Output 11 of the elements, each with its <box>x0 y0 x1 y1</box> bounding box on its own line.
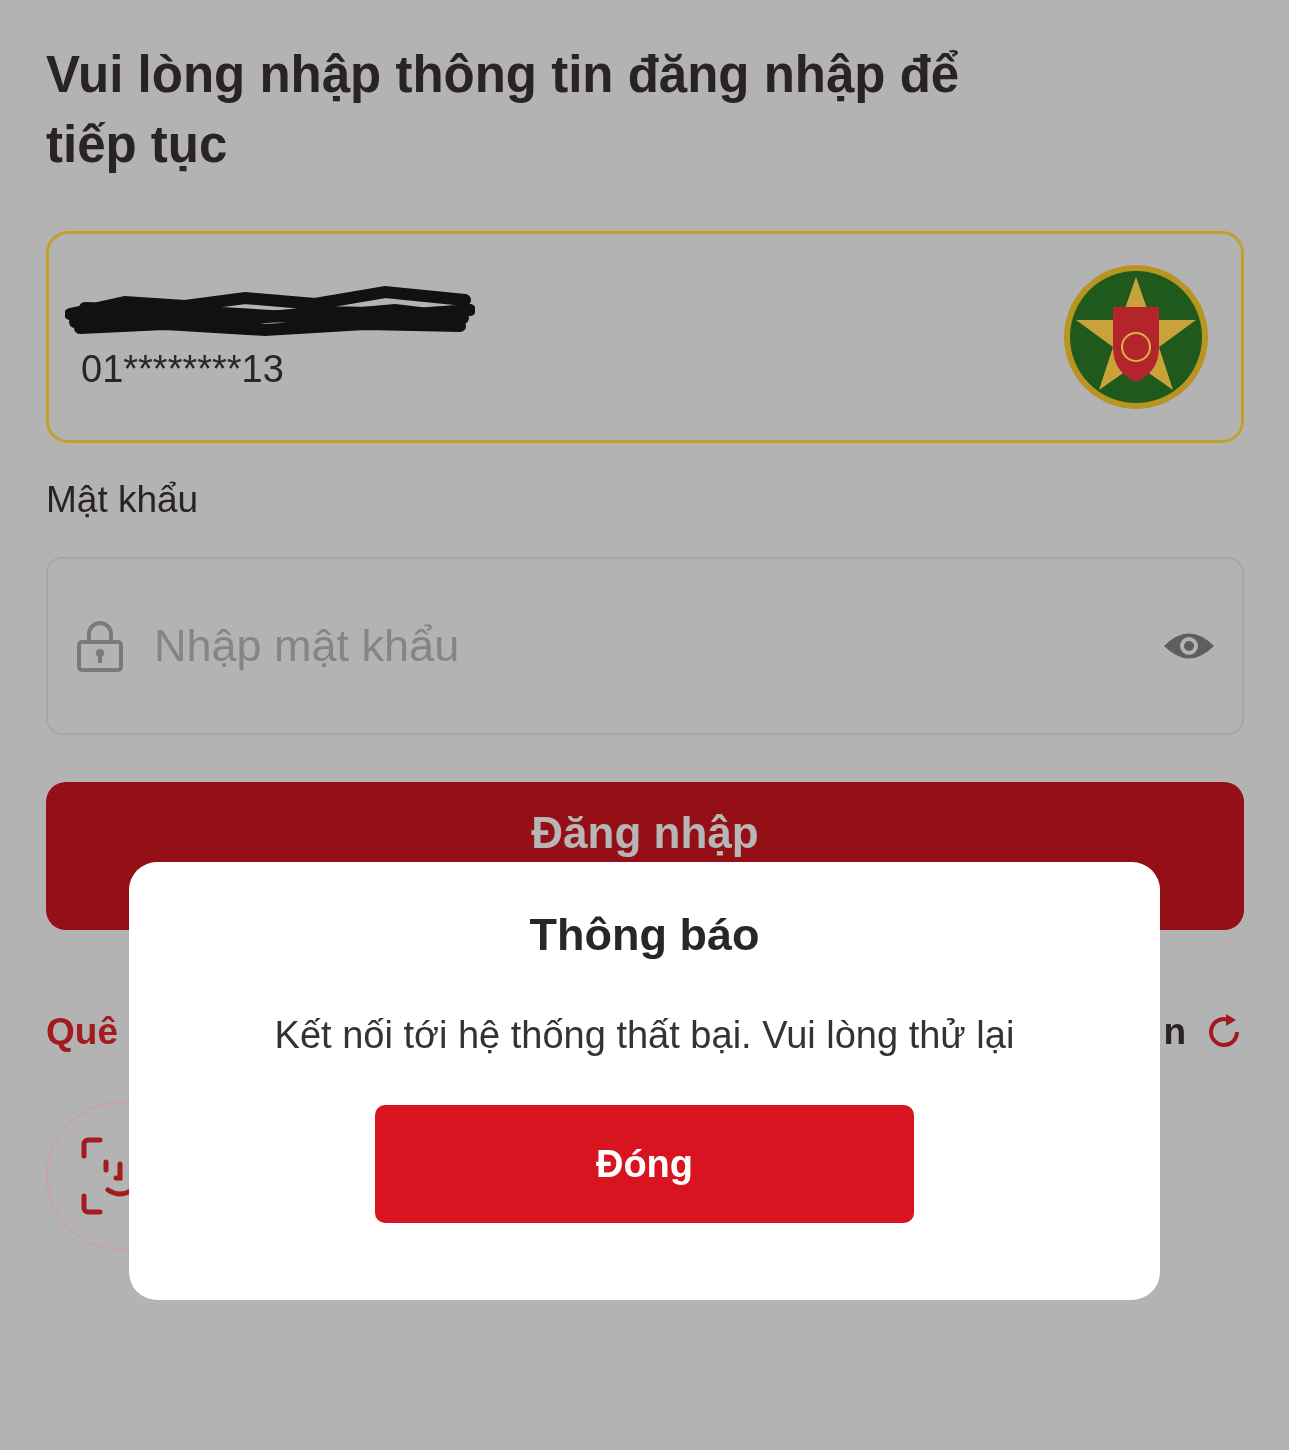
account-card[interactable]: 01********13 <box>46 231 1244 443</box>
close-button[interactable]: Đóng <box>375 1105 914 1223</box>
switch-account-link[interactable]: n <box>1163 1010 1186 1054</box>
lock-icon <box>76 620 124 672</box>
forgot-password-link[interactable]: Quê <box>46 1010 118 1054</box>
password-label: Mật khẩu <box>46 478 200 522</box>
face-scan-icon <box>80 1136 129 1216</box>
account-number: 01********13 <box>80 347 285 391</box>
dialog-message: Kết nối tới hệ thống thất bại. Vui lòng thử lại <box>274 1013 1015 1057</box>
page-heading: Vui lòng nhập thông tin đăng nhập để tiếp tục <box>46 45 961 175</box>
emblem-logo-icon <box>1061 262 1211 412</box>
